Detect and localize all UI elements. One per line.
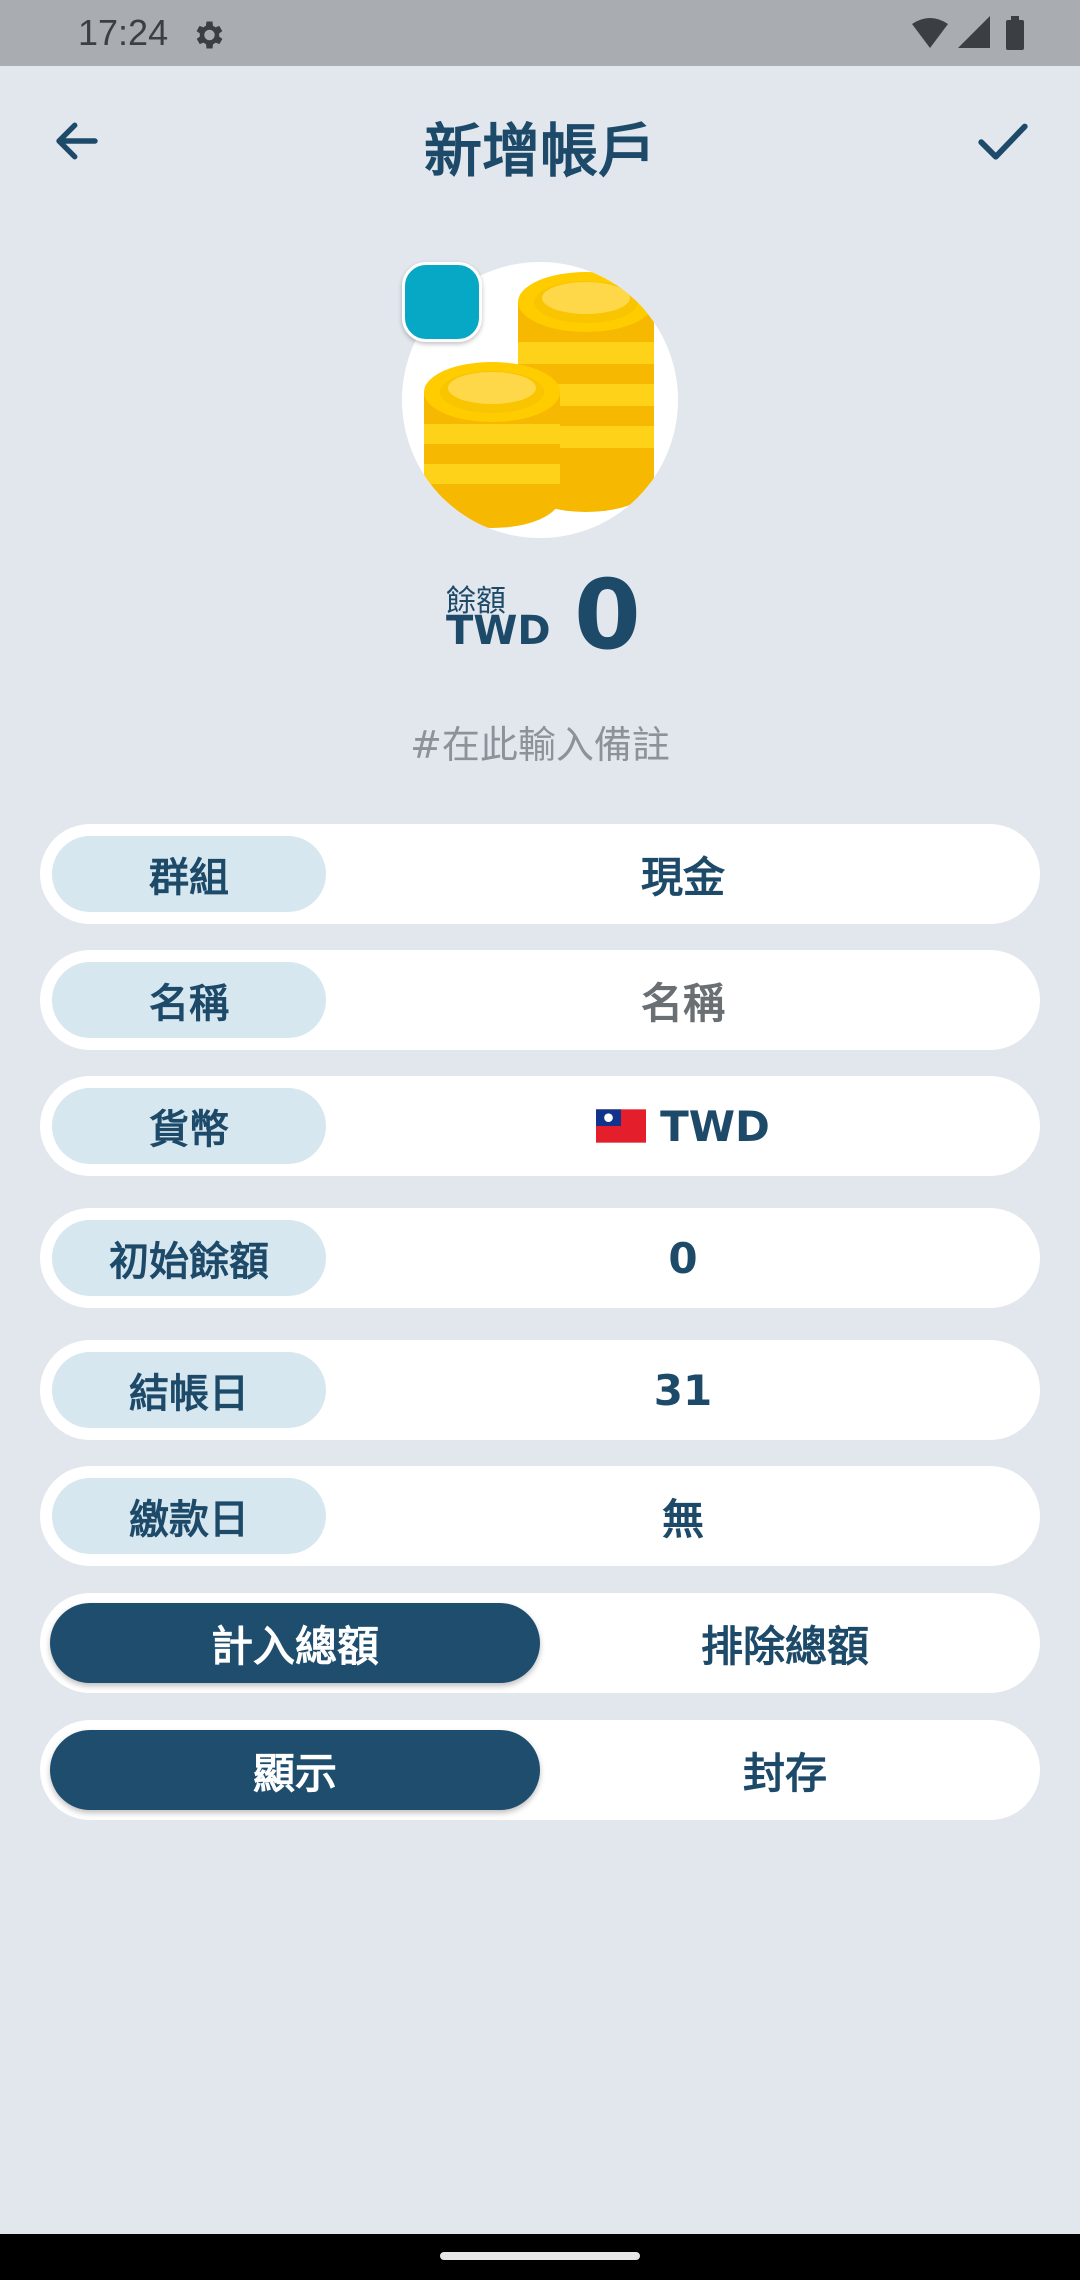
group-label: 群組: [52, 836, 326, 912]
balance-display: 餘額 TWD 0: [0, 560, 1080, 670]
closing-day-row[interactable]: 結帳日 31: [40, 1340, 1040, 1440]
visibility-toggle: 顯示 封存: [40, 1720, 1040, 1820]
color-picker-dot[interactable]: [402, 262, 482, 342]
currency-value-wrap: TWD: [326, 1076, 1040, 1176]
app-bar: 新增帳戶: [0, 66, 1080, 216]
name-row[interactable]: 名稱 名稱: [40, 950, 1040, 1050]
show-option[interactable]: 顯示: [50, 1730, 540, 1810]
total-toggle: 計入總額 排除總額: [40, 1593, 1040, 1693]
balance-currency: TWD: [446, 608, 551, 654]
name-label: 名稱: [52, 962, 326, 1038]
initial-balance-row[interactable]: 初始餘額 0: [40, 1208, 1040, 1308]
group-row[interactable]: 群組 現金: [40, 824, 1040, 924]
status-bar: 17:24: [0, 0, 1080, 66]
signal-icon: [958, 16, 990, 48]
confirm-button[interactable]: [970, 108, 1036, 174]
closing-day-label: 結帳日: [52, 1352, 326, 1428]
initial-balance-label: 初始餘額: [52, 1220, 326, 1296]
archive-option[interactable]: 封存: [540, 1730, 1030, 1810]
home-handle[interactable]: [440, 2252, 640, 2260]
include-total-option[interactable]: 計入總額: [50, 1603, 540, 1683]
group-value: 現金: [640, 852, 725, 902]
initial-balance-value[interactable]: 0: [326, 1208, 1040, 1308]
payment-day-label: 繳款日: [52, 1478, 326, 1554]
name-input[interactable]: 名稱: [326, 950, 1040, 1050]
check-icon: [978, 123, 1028, 160]
balance-value: 0: [574, 559, 641, 671]
status-icons: [912, 16, 1024, 50]
battery-icon: [1006, 20, 1024, 50]
status-time: 17:24: [78, 12, 169, 53]
settings-gear-icon: [196, 21, 223, 49]
wifi-icon: [912, 18, 948, 48]
page-title: 新增帳戶: [423, 117, 656, 185]
exclude-total-option[interactable]: 排除總額: [540, 1603, 1030, 1683]
payment-day-row[interactable]: 繳款日 無: [40, 1466, 1040, 1566]
currency-row[interactable]: 貨幣 TWD: [40, 1076, 1040, 1176]
currency-label: 貨幣: [52, 1088, 326, 1164]
payment-day-value: 無: [661, 1494, 704, 1544]
taiwan-flag-icon: [596, 1109, 647, 1143]
closing-day-value: 31: [653, 1365, 713, 1415]
note-input[interactable]: #在此輸入備註: [0, 714, 1080, 769]
currency-value: TWD: [660, 1101, 770, 1151]
navigation-bar: [0, 2234, 1080, 2280]
